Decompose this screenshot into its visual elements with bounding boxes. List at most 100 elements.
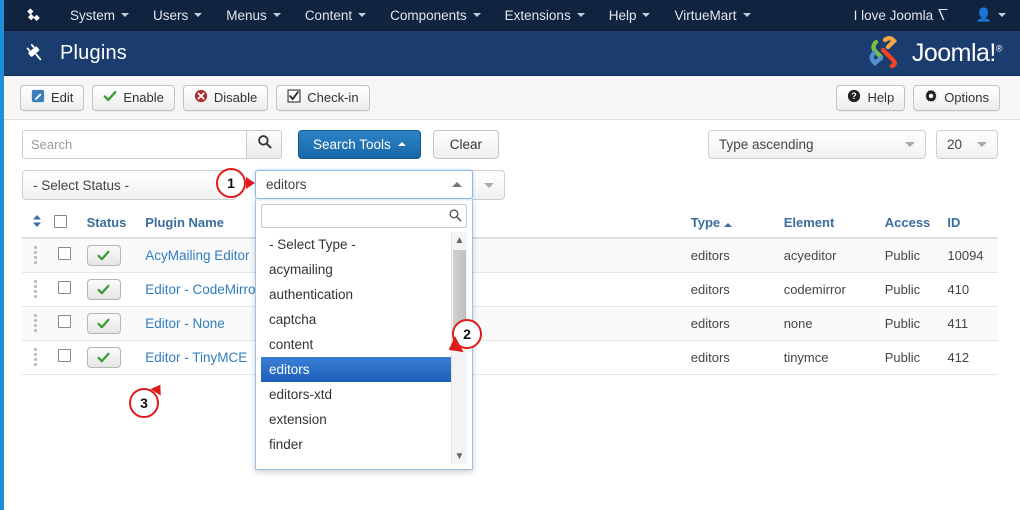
search-submit-button[interactable]: [246, 129, 282, 159]
row-drag-handle[interactable]: [22, 272, 49, 307]
site-preview-link[interactable]: I love Joomla ⎲: [840, 0, 962, 31]
row-drag-handle[interactable]: [22, 340, 49, 375]
status-toggle-button[interactable]: [86, 278, 121, 300]
help-button-label: Help: [867, 90, 895, 105]
row-checkbox-cell: [48, 340, 81, 375]
chevron-down-icon: [977, 141, 987, 147]
scroll-up-icon[interactable]: ▲: [455, 232, 465, 248]
column-access[interactable]: Access: [878, 208, 942, 239]
joomla-logo-text: Joomla!®: [912, 39, 1003, 68]
status-toggle-button[interactable]: [86, 244, 121, 266]
status-toggle-button[interactable]: [86, 346, 121, 368]
drag-handle-icon: [33, 346, 37, 366]
dropdown-option[interactable]: acymailing: [261, 257, 467, 282]
row-checkbox[interactable]: [57, 315, 71, 328]
plugin-name-link[interactable]: AcyMailing Editor: [145, 248, 249, 263]
checkin-button[interactable]: Check-in: [276, 84, 370, 111]
search-input[interactable]: [22, 129, 246, 159]
menu-menus[interactable]: Menus: [214, 0, 293, 31]
dropdown-option[interactable]: extension: [261, 407, 467, 432]
chevron-down-icon: [905, 141, 915, 147]
chevron-down-icon: [484, 182, 494, 188]
page-header: Plugins Joomla!®: [0, 31, 1020, 76]
row-status-cell: [80, 272, 140, 307]
sort-select[interactable]: Type ascending: [708, 129, 926, 159]
select-all-checkbox[interactable]: [54, 214, 68, 228]
column-access-label: Access: [884, 215, 931, 230]
plugin-name-link[interactable]: Editor - None: [145, 316, 225, 331]
plugin-name-link[interactable]: Editor - TinyMCE: [145, 350, 247, 365]
external-link-icon: ⎲: [938, 8, 948, 21]
drag-handle-icon: [33, 312, 37, 332]
check-icon: [103, 89, 117, 106]
column-id[interactable]: ID: [941, 208, 998, 239]
row-checkbox[interactable]: [57, 349, 71, 362]
edit-button-label: Edit: [51, 90, 74, 105]
status-toggle-button[interactable]: [86, 312, 121, 334]
help-button[interactable]: ? Help: [836, 84, 906, 111]
row-drag-handle[interactable]: [22, 238, 49, 273]
column-status[interactable]: Status: [80, 208, 140, 239]
menu-components-label: Components: [390, 7, 467, 23]
edit-button[interactable]: Edit: [20, 84, 85, 111]
menu-components[interactable]: Components: [378, 0, 493, 31]
column-ordering[interactable]: [22, 208, 49, 239]
table-body: AcyMailing Editor editors acyeditor Publ…: [22, 238, 998, 375]
column-status-label: Status: [86, 215, 127, 230]
menu-users[interactable]: Users: [141, 0, 214, 31]
dropdown-option[interactable]: installer: [261, 457, 467, 464]
left-accent-stripe: [0, 0, 4, 510]
menu-virtuemart[interactable]: VirtueMart: [662, 0, 762, 31]
row-id-cell: 412: [941, 340, 998, 375]
menu-system[interactable]: System: [58, 0, 141, 31]
help-circle-icon: ?: [847, 89, 861, 106]
column-element-label: Element: [783, 215, 835, 230]
list-controls: Type ascending 20: [708, 129, 998, 159]
joomla-brand-logo: Joomla!®: [865, 35, 1003, 71]
dropdown-option-selected[interactable]: editors: [261, 357, 467, 382]
search-tools-button[interactable]: Search Tools: [298, 129, 421, 159]
dropdown-option[interactable]: captcha: [261, 307, 467, 332]
menu-content[interactable]: Content: [293, 0, 378, 31]
dropdown-search-input[interactable]: [261, 204, 467, 228]
table-header: Status Plugin Name Type Element Access I…: [22, 208, 998, 239]
search-icon: [257, 134, 272, 154]
row-status-cell: [80, 238, 140, 273]
dropdown-option[interactable]: finder: [261, 432, 467, 457]
chevron-down-icon: [742, 13, 751, 17]
plugin-name-link[interactable]: Editor - CodeMirror: [145, 282, 260, 297]
dropdown-option-list[interactable]: - Select Type - acymailing authenticatio…: [261, 232, 467, 464]
menu-help[interactable]: Help: [597, 0, 663, 31]
disable-button[interactable]: Disable: [182, 84, 269, 111]
column-type[interactable]: Type: [684, 208, 778, 239]
menu-extensions[interactable]: Extensions: [493, 0, 597, 31]
user-menu[interactable]: 👤: [962, 0, 1020, 31]
options-button[interactable]: Options: [913, 84, 1000, 111]
filter-type-select[interactable]: editors: [255, 170, 473, 199]
row-checkbox[interactable]: [57, 281, 71, 294]
enable-button[interactable]: Enable: [92, 84, 175, 111]
row-drag-handle[interactable]: [22, 306, 49, 341]
row-element-cell: tinymce: [777, 340, 879, 375]
joomla-logo-icon[interactable]: [20, 6, 46, 25]
scroll-down-icon[interactable]: ▼: [455, 448, 465, 464]
row-checkbox[interactable]: [57, 247, 71, 261]
dropdown-search-group: [261, 204, 467, 228]
dropdown-option[interactable]: - Select Type -: [261, 232, 467, 257]
menu-system-label: System: [70, 7, 116, 23]
enable-button-label: Enable: [123, 90, 164, 105]
row-checkbox-cell: [48, 272, 81, 307]
annotation-arrow-1: [246, 177, 255, 189]
plugins-table: Status Plugin Name Type Element Access I…: [22, 208, 998, 375]
annotation-marker-3: 3: [129, 388, 159, 418]
column-element[interactable]: Element: [777, 208, 879, 239]
dropdown-option[interactable]: authentication: [261, 282, 467, 307]
list-limit-select[interactable]: 20: [936, 129, 998, 159]
filter-status-select[interactable]: - Select Status -: [22, 170, 237, 200]
dropdown-option[interactable]: content: [261, 332, 467, 357]
search-row: Search Tools Clear Type ascending 20: [0, 124, 1020, 164]
dropdown-option[interactable]: editors-xtd: [261, 382, 467, 407]
chevron-down-icon: [358, 13, 367, 17]
checkin-button-label: Check-in: [307, 90, 359, 105]
clear-button[interactable]: Clear: [432, 129, 500, 159]
